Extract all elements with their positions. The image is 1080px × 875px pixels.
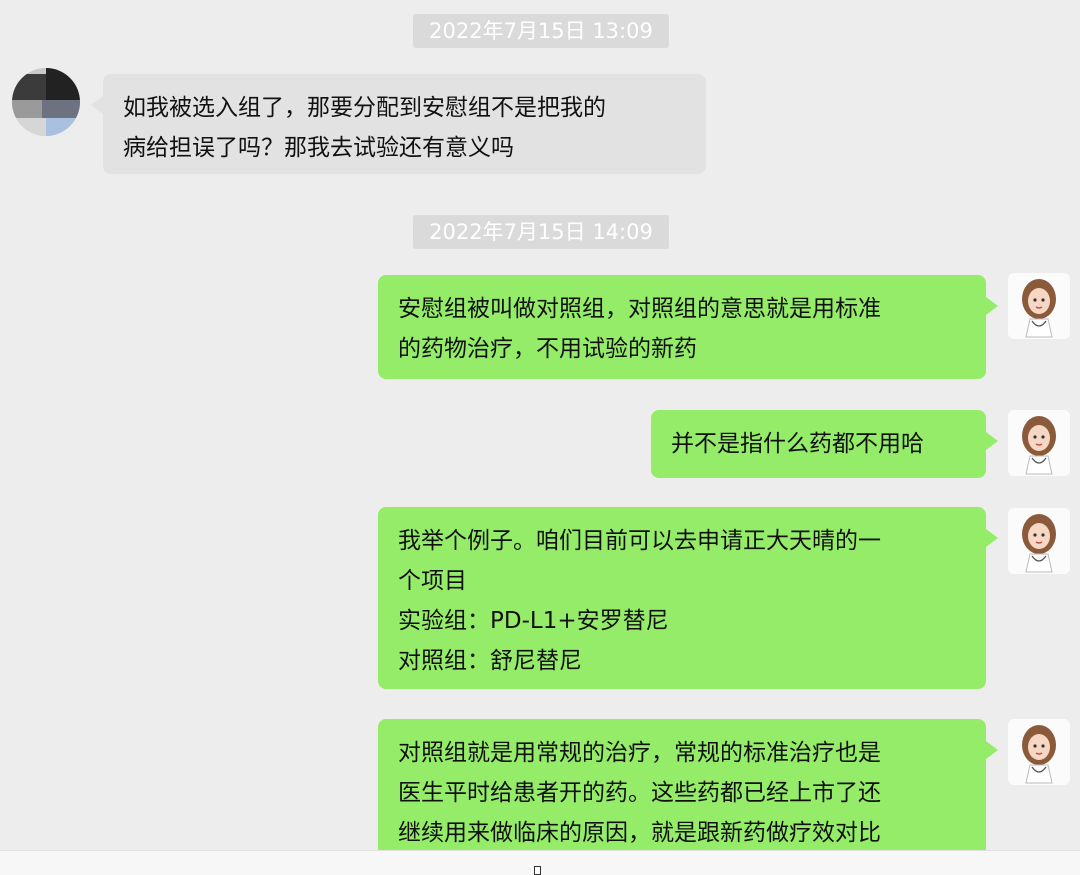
message-text: 的药物治疗，不用试验的新药: [398, 336, 697, 362]
doctor-avatar-icon: [1022, 514, 1056, 573]
message-text: 我举个例子。咱们目前可以去申请正大天晴的一: [398, 528, 881, 554]
doctor-avatar-icon: [1022, 416, 1056, 475]
message-text: 个项目: [398, 568, 467, 594]
message-bubble-outgoing[interactable]: 安慰组被叫做对照组，对照组的意思就是用标准 的药物治疗，不用试验的新药: [378, 275, 998, 379]
message-text: 安慰组被叫做对照组，对照组的意思就是用标准: [398, 296, 881, 322]
message-text: 病给担误了吗？那我去试验还有意义吗: [123, 135, 514, 161]
timestamp: 2022年7月15日 13:09: [413, 14, 669, 48]
message-bubble-outgoing[interactable]: 并不是指什么药都不用哈: [651, 410, 998, 478]
message-text: 继续用来做临床的原因，就是跟新药做疗效对比: [398, 820, 881, 846]
message-text: 对照组：舒尼替尼: [398, 648, 582, 674]
doctor-avatar-icon: [1022, 725, 1056, 784]
doctor-avatar[interactable]: [1008, 410, 1070, 476]
message-text: 如我被选入组了，那要分配到安慰组不是把我的: [123, 95, 606, 121]
message-text: 并不是指什么药都不用哈: [671, 431, 924, 457]
chat-history[interactable]: 2022年7月15日 13:09 如我被选入组了，那要分配到安慰组不是把我的 病…: [0, 0, 1080, 850]
message-text: 医生平时给患者开的药。这些药都已经上市了还: [398, 780, 881, 806]
message-bubble-incoming[interactable]: 如我被选入组了，那要分配到安慰组不是把我的 病给担误了吗？那我去试验还有意义吗: [91, 74, 706, 174]
doctor-avatar[interactable]: [1008, 508, 1070, 574]
message-bubble-outgoing[interactable]: 我举个例子。咱们目前可以去申请正大天晴的一 个项目 实验组：PD-L1+安罗替尼…: [378, 507, 998, 689]
patient-avatar[interactable]: [12, 68, 80, 136]
doctor-avatar[interactable]: [1008, 719, 1070, 785]
timestamp: 2022年7月15日 14:09: [413, 215, 669, 249]
message-text: 对照组就是用常规的治疗，常规的标准治疗也是: [398, 740, 881, 766]
doctor-avatar-icon: [1022, 279, 1056, 338]
doctor-avatar[interactable]: [1008, 273, 1070, 339]
message-bubble-outgoing[interactable]: 对照组就是用常规的治疗，常规的标准治疗也是 医生平时给患者开的药。这些药都已经上…: [378, 719, 998, 850]
message-text: 实验组：PD-L1+安罗替尼: [398, 608, 669, 634]
